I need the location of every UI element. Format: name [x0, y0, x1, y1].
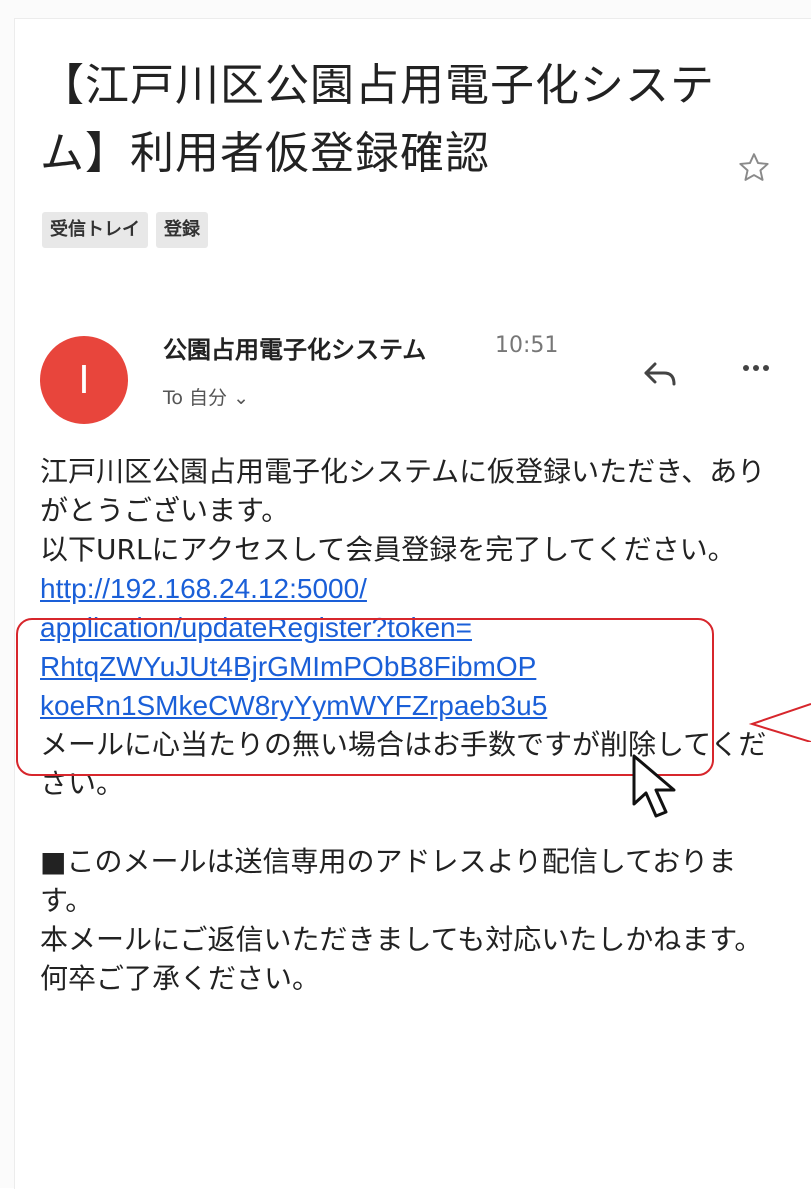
label-registration[interactable]: 登録 — [156, 212, 208, 248]
star-outline-icon[interactable] — [736, 150, 772, 186]
email-subject: 【江戸川区公園占用電子化システム】利用者仮登録確認 — [40, 60, 715, 179]
sent-time: 10:51 — [495, 333, 559, 358]
reply-icon[interactable] — [640, 358, 680, 388]
more-horizontal-icon[interactable] — [740, 358, 772, 378]
body-greeting: 江戸川区公園占用電子化システムに仮登録いただき、ありがとうございます。 — [40, 455, 766, 527]
screen: 【江戸川区公園占用電子化システム】利用者仮登録確認 受信トレイ 登録 I 公園占… — [0, 0, 811, 1189]
recipient-toggle[interactable]: To 自分 ⌄ — [163, 383, 249, 410]
avatar[interactable]: I — [40, 336, 128, 424]
body-sendonly-note: ■このメールは送信専用のアドレスより配信しております。 — [40, 845, 737, 917]
body-instruction: 以下URLにアクセスして会員登録を完了してください。 — [40, 533, 736, 566]
label-list: 受信トレイ 登録 — [42, 212, 208, 248]
link-line-1[interactable]: http://192.168.24.12:5000/ — [40, 573, 367, 604]
sender-name: 公園占用電子化システム — [163, 336, 427, 364]
link-highlight-box — [16, 618, 714, 776]
body-closing: 何卒ご了承ください。 — [40, 962, 321, 995]
mouse-cursor-icon — [632, 754, 676, 818]
body-noreply-note: 本メールにご返信いただきましても対応いたしかねます。 — [40, 923, 763, 956]
callout-pointer — [748, 703, 811, 742]
label-inbox[interactable]: 受信トレイ — [42, 212, 148, 248]
